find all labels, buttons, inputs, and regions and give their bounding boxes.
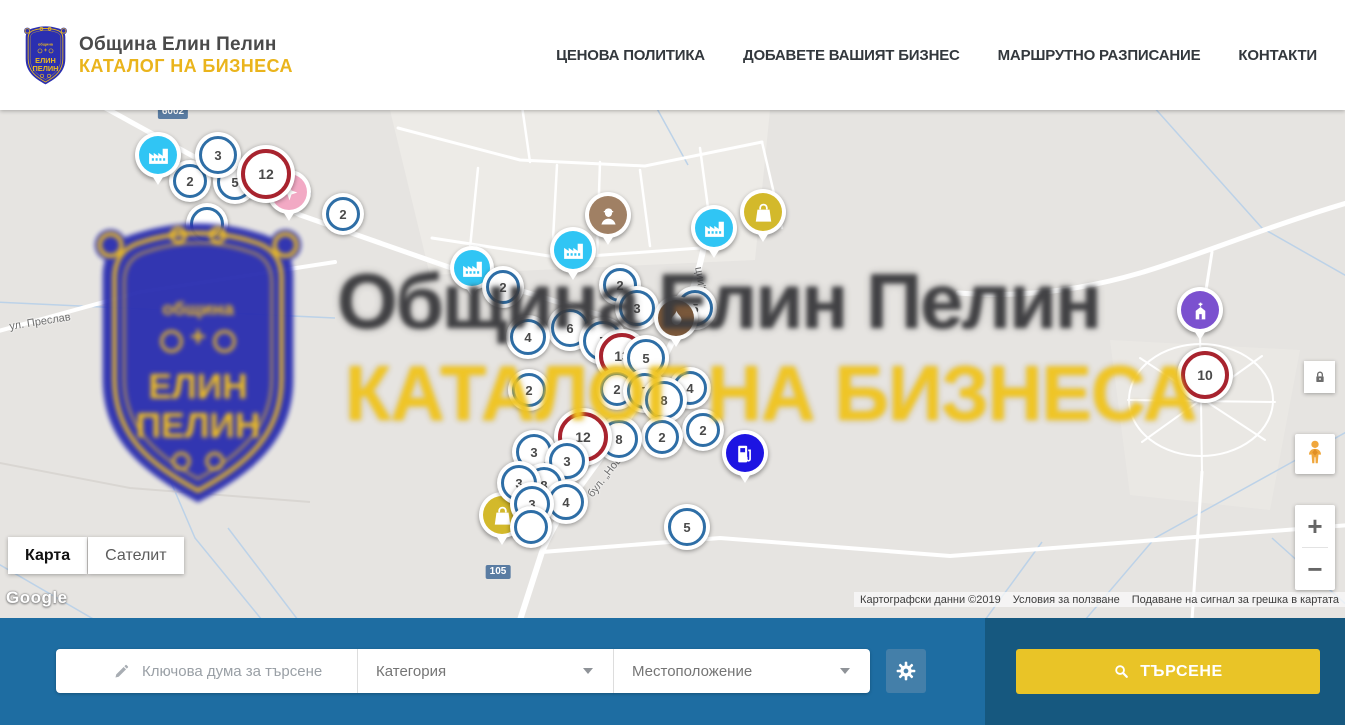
- factory-icon: [554, 231, 592, 269]
- nav-add-your-business[interactable]: ДОБАВЕТЕ ВАШИЯТ БИЗНЕС: [743, 47, 960, 64]
- search-button-label: ТЪРСЕНЕ: [1140, 663, 1223, 681]
- map-cluster-marker[interactable]: 4: [506, 315, 550, 359]
- search-bar: Категория Местоположение: [0, 618, 1345, 725]
- map-markers-layer: 25312222356471352274810228123383435: [0, 110, 1345, 618]
- category-select-value: Категория: [376, 663, 446, 680]
- cluster-count: 2: [512, 373, 546, 407]
- search-keyword-input[interactable]: [140, 662, 344, 681]
- map-cluster-marker[interactable]: 10: [1177, 347, 1233, 403]
- map-pin-flame[interactable]: [654, 296, 698, 340]
- cluster-count: 2: [645, 420, 679, 454]
- map-cluster-marker[interactable]: 3: [615, 286, 659, 330]
- map-cluster-marker[interactable]: 2: [322, 193, 364, 235]
- map-canvas[interactable]: ул. Преславбул. „Новоселции“ 6002105 253…: [0, 110, 1345, 618]
- map-type-map-button[interactable]: Карта: [8, 537, 87, 574]
- nav-contacts[interactable]: КОНТАКТИ: [1238, 47, 1317, 64]
- map-pin-church[interactable]: [1177, 287, 1223, 333]
- attribution-terms-link[interactable]: Условия за ползване: [1007, 594, 1126, 606]
- cluster-count: [190, 207, 224, 241]
- map-attribution: Картографски данни ©2019 Условия за полз…: [854, 592, 1345, 607]
- gear-icon: [895, 660, 917, 682]
- map-pin-worker[interactable]: [585, 192, 631, 238]
- factory-icon: [695, 209, 733, 247]
- map-cluster-marker[interactable]: 3: [195, 132, 241, 178]
- lock-icon: [1312, 369, 1328, 385]
- search-submit-button[interactable]: ТЪРСЕНЕ: [1016, 649, 1320, 694]
- map-cluster-marker[interactable]: 2: [641, 416, 683, 458]
- street-view-pegman[interactable]: [1295, 434, 1335, 474]
- cluster-count: 2: [686, 413, 720, 447]
- cluster-count: 5: [668, 508, 706, 546]
- cluster-count: 8: [645, 381, 683, 419]
- map-pin-bag[interactable]: [740, 189, 786, 235]
- svg-text:ПЕЛИН: ПЕЛИН: [33, 64, 59, 73]
- cluster-count: 2: [326, 197, 360, 231]
- map-cluster-marker[interactable]: 2: [508, 369, 550, 411]
- map-pin-factory[interactable]: [550, 227, 596, 273]
- cluster-count: 3: [619, 290, 655, 326]
- nav-pricing-policy[interactable]: ЦЕНОВА ПОЛИТИКА: [556, 47, 705, 64]
- map-type-control: Карта Сателит: [8, 537, 184, 574]
- zoom-out-button[interactable]: −: [1295, 548, 1335, 590]
- chevron-down-icon: [840, 668, 850, 674]
- map-cluster-marker[interactable]: 2: [482, 266, 524, 308]
- factory-icon: [139, 136, 177, 174]
- lock-indicator: [1304, 361, 1335, 393]
- location-select-value: Местоположение: [632, 663, 752, 680]
- logo-catalog-title: КАТАЛОГ НА БИЗНЕСА: [79, 56, 293, 77]
- svg-text:община: община: [38, 41, 54, 46]
- pencil-icon: [113, 663, 130, 680]
- keyword-field[interactable]: [56, 649, 357, 693]
- map-cluster-marker[interactable]: 5: [664, 504, 710, 550]
- search-icon: [1113, 663, 1130, 680]
- nav-route-schedule[interactable]: МАРШРУТНО РАЗПИСАНИЕ: [998, 47, 1201, 64]
- map-pin-factory[interactable]: [691, 205, 737, 251]
- logo-text: Община Елин Пелин КАТАЛОГ НА БИЗНЕСА: [79, 34, 293, 77]
- logo-municipality-name: Община Елин Пелин: [79, 34, 293, 56]
- zoom-in-button[interactable]: +: [1295, 505, 1335, 547]
- cluster-count: 4: [510, 319, 546, 355]
- municipality-emblem-icon: община ЕЛИН ПЕЛИН: [22, 23, 69, 87]
- map-cluster-marker[interactable]: [186, 203, 228, 245]
- map-cluster-marker[interactable]: [510, 506, 552, 548]
- main-nav: ЦЕНОВА ПОЛИТИКА ДОБАВЕТЕ ВАШИЯТ БИЗНЕС М…: [556, 47, 1317, 64]
- header: община ЕЛИН ПЕЛИН Община Елин Пелин КАТА…: [0, 0, 1345, 110]
- search-fields-group: Категория Местоположение: [56, 649, 870, 693]
- cluster-count: 10: [1181, 351, 1229, 399]
- church-icon: [1181, 291, 1219, 329]
- flame-icon: [658, 300, 694, 336]
- fuel-icon: [726, 434, 764, 472]
- advanced-settings-button[interactable]: [886, 649, 926, 693]
- attribution-report-link[interactable]: Подаване на сигнал за грешка в картата: [1126, 594, 1345, 606]
- attribution-copyright: Картографски данни ©2019: [854, 594, 1007, 606]
- map-type-satellite-button[interactable]: Сателит: [88, 537, 183, 574]
- pegman-icon: [1302, 439, 1328, 469]
- cluster-count: [514, 510, 548, 544]
- map-pin-factory[interactable]: [135, 132, 181, 178]
- worker-icon: [589, 196, 627, 234]
- svg-text:ЕЛИН: ЕЛИН: [35, 56, 56, 65]
- cluster-count: 2: [486, 270, 520, 304]
- map-cluster-marker[interactable]: 12: [237, 145, 295, 203]
- map-cluster-marker[interactable]: 2: [682, 409, 724, 451]
- cluster-count: 12: [241, 149, 291, 199]
- category-select[interactable]: Категория: [357, 649, 613, 693]
- map-pin-fuel[interactable]: [722, 430, 768, 476]
- chevron-down-icon: [583, 668, 593, 674]
- bag-icon: [744, 193, 782, 231]
- zoom-control: + −: [1295, 505, 1335, 590]
- google-logo[interactable]: Google: [6, 588, 68, 608]
- site-logo[interactable]: община ЕЛИН ПЕЛИН Община Елин Пелин КАТА…: [22, 23, 293, 87]
- cluster-count: 3: [199, 136, 237, 174]
- location-select[interactable]: Местоположение: [613, 649, 870, 693]
